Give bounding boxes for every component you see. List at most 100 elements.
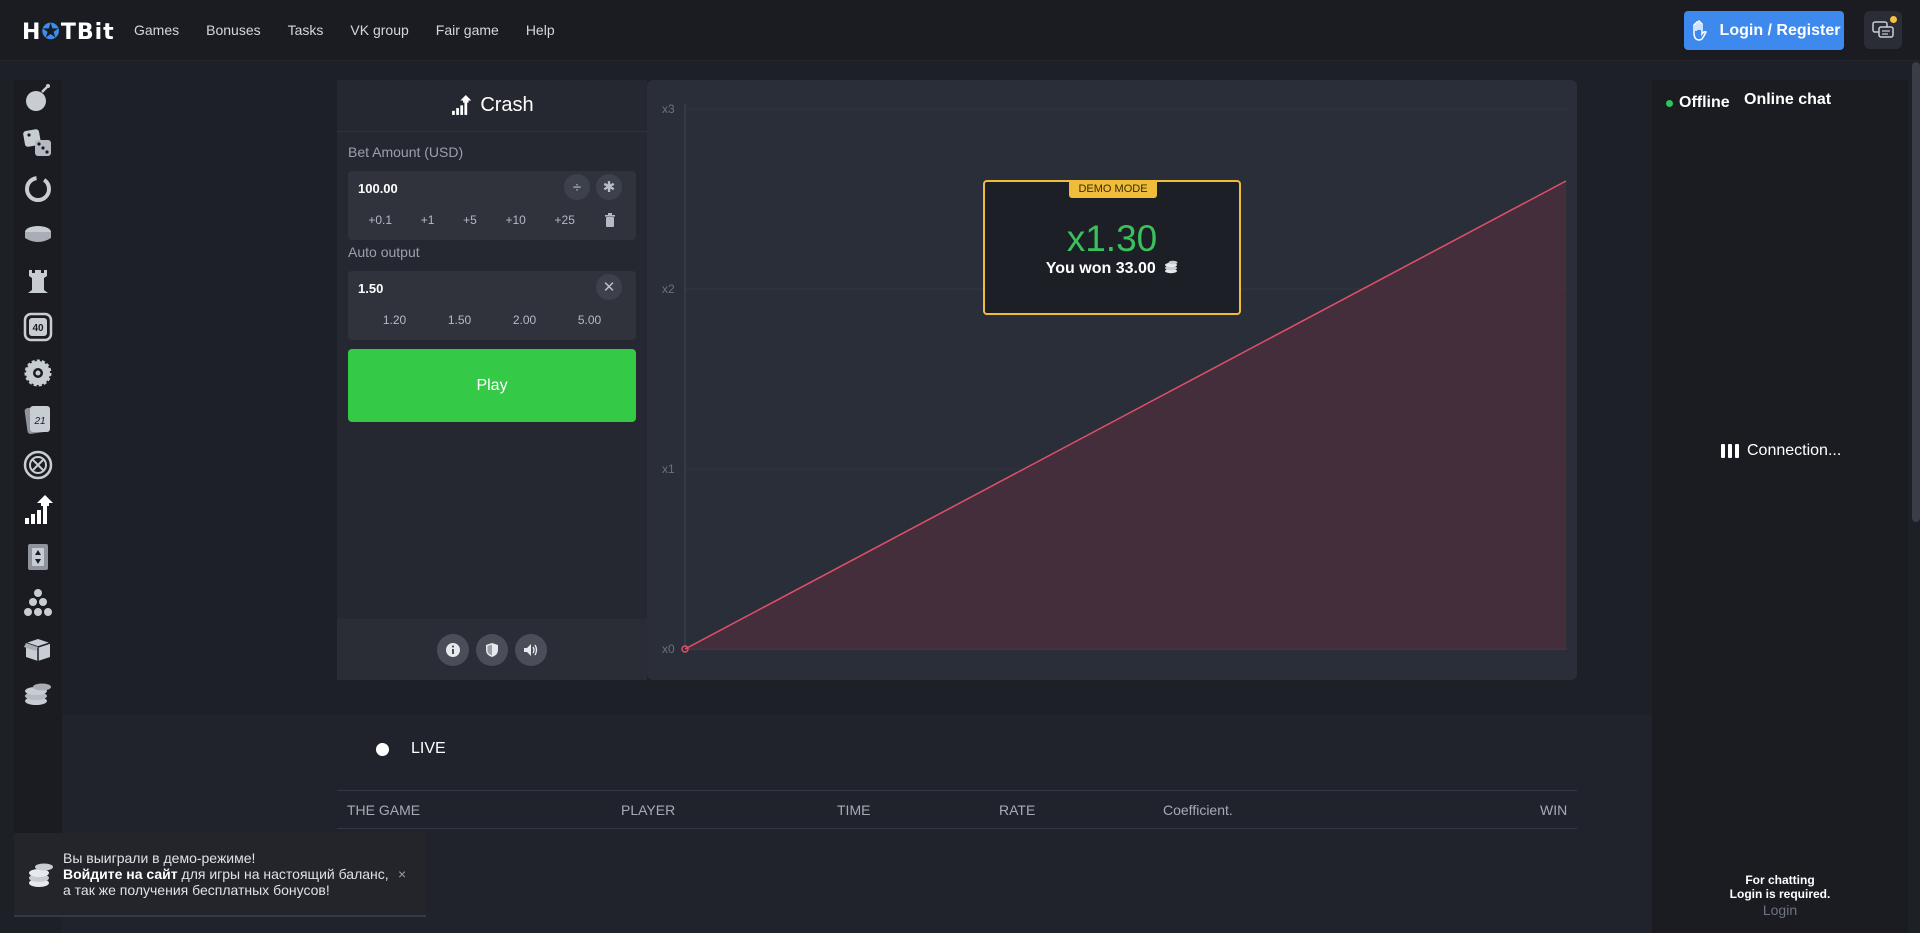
bomb-icon [26, 84, 50, 111]
keno-40-icon: 40 [23, 312, 53, 342]
nav-vk-group[interactable]: VK group [350, 22, 408, 38]
speaker-icon [524, 643, 538, 656]
bet-panel: Crash Bet Amount (USD) 100.00 ÷ ✱ +0.1 +… [337, 80, 647, 680]
demo-mode-badge: DEMO MODE [1069, 180, 1157, 198]
chat-toggle-button[interactable] [1864, 11, 1902, 49]
fairness-button[interactable] [476, 633, 508, 666]
trash-icon[interactable] [604, 213, 616, 227]
plinko-balls-icon [24, 589, 52, 616]
chat-status-label: Offline [1679, 94, 1730, 111]
nav-games[interactable]: Games [134, 22, 179, 38]
svg-text:21: 21 [33, 416, 45, 427]
bet-amount-input[interactable]: 100.00 [358, 181, 398, 196]
chip-plus-1[interactable]: +1 [421, 213, 435, 227]
game-title-label: Crash [480, 94, 534, 116]
clear-auto-output-button[interactable]: ✕ [596, 274, 622, 300]
toast-line2: Войдите на сайт для игры на настоящий ба… [63, 866, 389, 882]
open-box-icon [24, 639, 51, 661]
chip-plus-10[interactable]: +10 [505, 213, 525, 227]
chat-status: Offline [1666, 94, 1730, 112]
y-tick-x0: x0 [662, 642, 675, 656]
auto-chip-120[interactable]: 1.20 [383, 313, 406, 327]
page-scrollbar[interactable] [1912, 62, 1920, 522]
sidebar-item-wheel[interactable] [22, 173, 54, 205]
login-register-button[interactable]: Login / Register [1684, 11, 1844, 50]
auto-chip-150[interactable]: 1.50 [448, 313, 471, 327]
toast-login-link[interactable]: Войдите на сайт [63, 866, 178, 882]
divide-icon: ÷ [572, 178, 582, 196]
chip-plus-5[interactable]: +5 [463, 213, 477, 227]
sidebar-item-hilo[interactable] [22, 541, 54, 573]
sidebar-item-mines[interactable] [22, 82, 54, 114]
coin-stack-icon [25, 226, 51, 242]
nav-tasks[interactable]: Tasks [288, 22, 324, 38]
play-button[interactable]: Play [348, 349, 636, 422]
sidebar-item-dice[interactable] [22, 127, 54, 159]
auto-output-input[interactable]: 1.50 [358, 281, 383, 296]
sidebar-item-bonus[interactable] [22, 679, 54, 711]
auto-chip-200[interactable]: 2.00 [513, 313, 536, 327]
y-tick-x1: x1 [662, 462, 675, 476]
close-icon: ✕ [602, 279, 616, 296]
games-sidebar: 40 21 [14, 80, 62, 840]
crash-graph: x3 x2 x1 x0 DEMO MODE x1.30 You won 33.0… [647, 80, 1577, 680]
logo-flame-icon: ✪ [41, 20, 61, 45]
chat-notice-line2: Login is required. [1729, 887, 1831, 901]
y-tick-x3: x3 [662, 102, 675, 116]
sidebar-item-tower[interactable] [22, 265, 54, 297]
sound-button[interactable] [515, 633, 547, 666]
y-tick-x2: x2 [662, 282, 675, 296]
col-time: TIME [837, 802, 871, 818]
result-multiplier: x1.30 [1066, 218, 1158, 259]
col-win: WIN [1540, 802, 1568, 818]
auto-chips: 1.20 1.50 2.00 5.00 [348, 313, 636, 327]
top-bar: H✪TBit Games Bonuses Tasks VK group Fair… [0, 0, 1920, 61]
live-dot-icon [376, 742, 389, 756]
chat-title: Online chat [1744, 91, 1832, 108]
nav-fair-game[interactable]: Fair game [436, 22, 499, 38]
sidebar-item-blackjack[interactable]: 21 [22, 403, 54, 435]
toast-line2-rest: для игры на настоящий баланс, [177, 866, 389, 882]
loading-bars-icon [1721, 444, 1739, 458]
sidebar-item-crash[interactable] [22, 495, 54, 527]
toast-line1: Вы выиграли в демо-режиме! [63, 850, 256, 866]
col-player: PLAYER [621, 802, 676, 818]
shield-icon [486, 642, 498, 657]
chat-login-notice: For chatting Login is required. [1652, 873, 1908, 901]
asterisk-icon: ✱ [602, 179, 616, 196]
live-label: LIVE [411, 740, 446, 757]
auto-chip-500[interactable]: 5.00 [578, 313, 601, 327]
site-logo[interactable]: H✪TBit [22, 20, 115, 45]
nav-help[interactable]: Help [526, 22, 555, 38]
sidebar-item-keno[interactable]: 40 [22, 311, 54, 343]
chip-plus-25[interactable]: +25 [555, 213, 575, 227]
divide-bet-button[interactable]: ÷ [564, 174, 590, 200]
ring-icon [25, 176, 51, 202]
sidebar-item-roulette[interactable] [22, 449, 54, 481]
toast-close-button[interactable]: × [398, 866, 406, 882]
auto-output-label: Auto output [348, 244, 420, 260]
tower-icon [28, 270, 48, 293]
multiply-bet-button[interactable]: ✱ [596, 174, 622, 200]
chat-bubbles-icon [1872, 21, 1894, 38]
sidebar-item-saw[interactable] [22, 357, 54, 389]
bet-amount-label: Bet Amount (USD) [348, 144, 464, 160]
col-rate: RATE [999, 802, 1036, 818]
login-register-label: Login / Register [1719, 21, 1841, 39]
sidebar-item-cases[interactable] [22, 633, 54, 665]
roulette-icon [23, 450, 53, 480]
toast-line3: а так же получения бесплатных бонусов! [63, 882, 330, 898]
won-text: You won 33.00 [1045, 260, 1156, 277]
chat-notice-line1: For chatting [1745, 873, 1815, 887]
chat-login-link[interactable]: Login [1652, 902, 1908, 918]
sidebar-item-plinko[interactable] [22, 587, 54, 619]
info-button[interactable] [437, 633, 469, 666]
game-title: Crash [337, 80, 647, 132]
nav-bonuses[interactable]: Bonuses [206, 22, 260, 38]
chat-notification-dot [1890, 16, 1897, 23]
chip-plus-01[interactable]: +0.1 [368, 213, 392, 227]
gear-icon [24, 359, 52, 387]
auto-output-box: 1.50 ✕ 1.20 1.50 2.00 5.00 [348, 271, 636, 340]
demo-win-toast: Вы выиграли в демо-режиме! Войдите на са… [14, 833, 426, 917]
sidebar-item-coin[interactable] [22, 219, 54, 251]
